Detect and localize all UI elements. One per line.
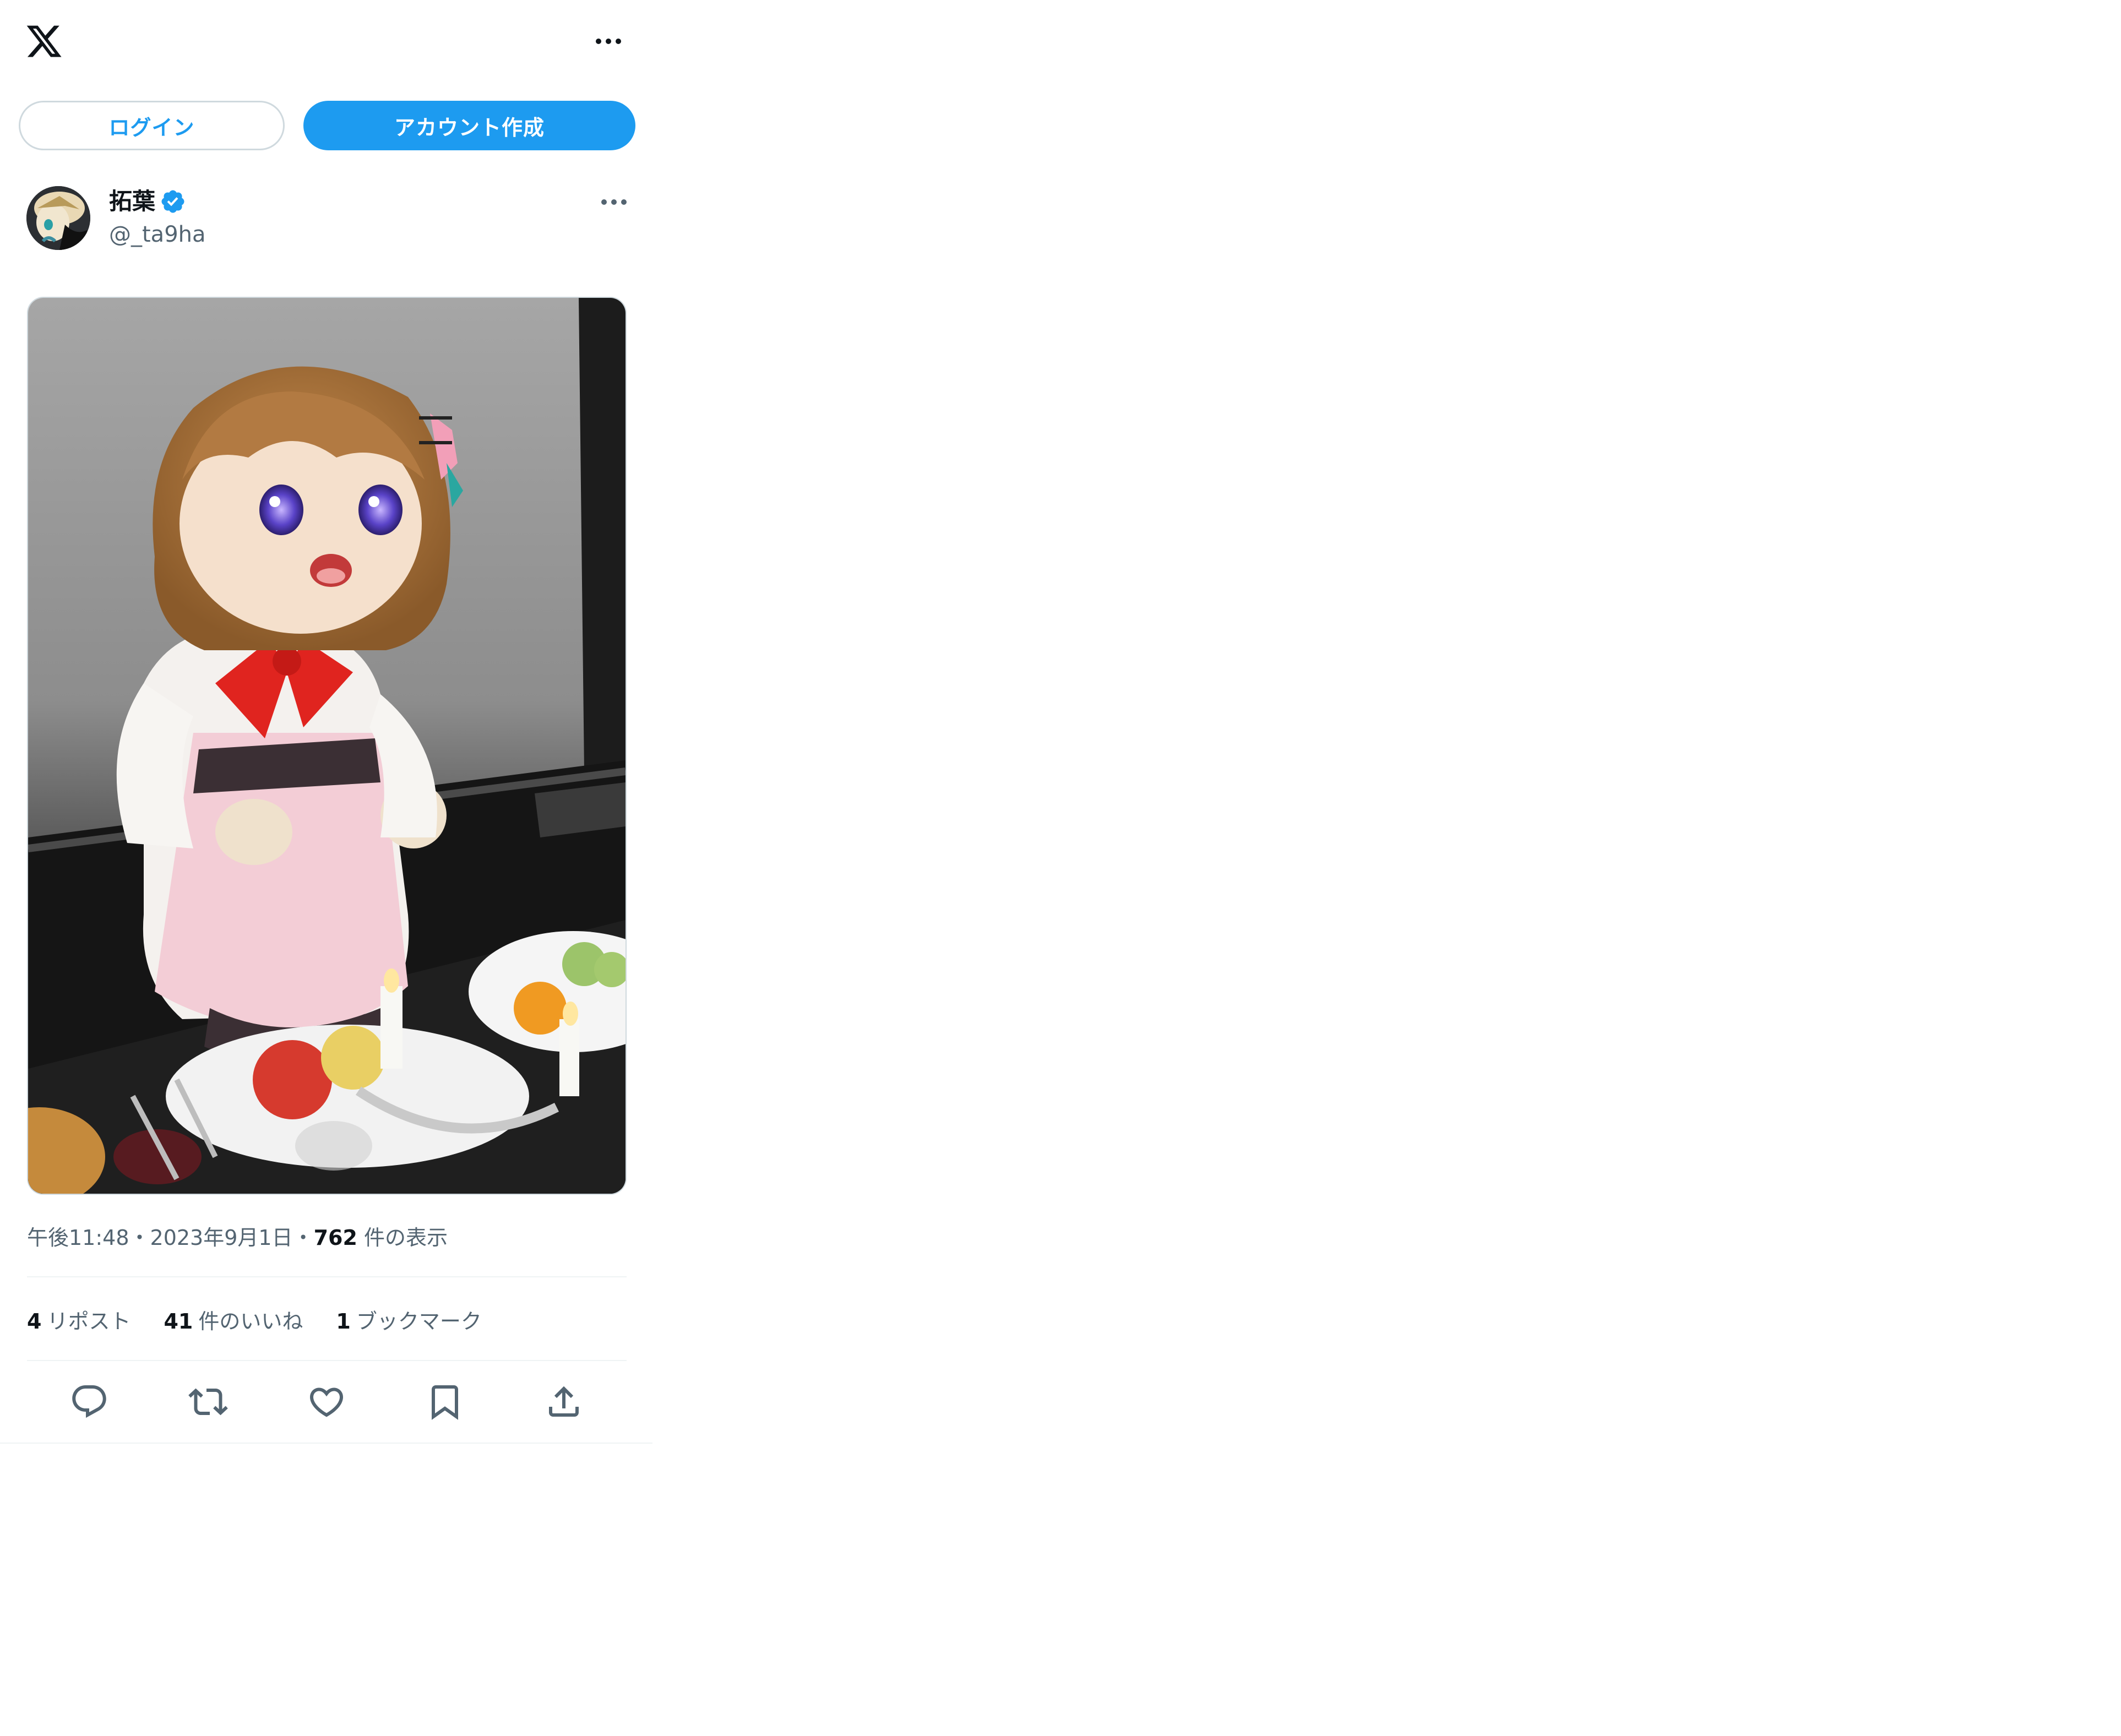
meta-separator: ・ <box>292 1226 314 1250</box>
share-icon[interactable] <box>544 1382 584 1422</box>
likes-stat[interactable]: 41 件のいいね <box>164 1305 303 1338</box>
photo-image <box>28 298 626 1194</box>
post-meta: 午後11:48・2023年9月1日・762 件の表示 <box>27 1221 448 1254</box>
bookmarks-label: ブックマーク <box>356 1309 482 1334</box>
likes-label: 件のいいね <box>198 1309 303 1334</box>
post-time[interactable]: 午後11:48 <box>27 1226 129 1250</box>
bookmark-icon[interactable] <box>425 1382 465 1422</box>
post-photo[interactable] <box>27 297 627 1195</box>
likes-count: 41 <box>164 1309 193 1334</box>
post-stats: 4 リポスト 41 件のいいね 1 ブックマーク <box>27 1305 482 1338</box>
post-more-icon[interactable] <box>597 194 630 210</box>
reposts-count: 4 <box>27 1309 42 1334</box>
reposts-stat[interactable]: 4 リポスト <box>27 1305 130 1338</box>
repost-icon[interactable] <box>188 1382 228 1422</box>
views-count: 762 <box>313 1226 357 1250</box>
action-bar <box>0 1382 652 1426</box>
post-page: ログイン アカウント作成 拓葉 @_ta9ha 午後11:48・2023年9月1… <box>0 0 652 1444</box>
more-horizontal-icon[interactable] <box>592 30 625 52</box>
login-button[interactable]: ログイン <box>19 101 285 150</box>
x-logo-icon[interactable] <box>25 22 63 61</box>
views-label: 件の表示 <box>364 1226 448 1250</box>
bookmarks-count: 1 <box>336 1309 351 1334</box>
meta-separator: ・ <box>129 1226 150 1250</box>
avatar-image <box>26 186 90 250</box>
divider <box>27 1360 627 1361</box>
signup-button[interactable]: アカウント作成 <box>303 101 635 150</box>
author-handle[interactable]: @_ta9ha <box>109 219 206 250</box>
divider <box>27 1276 627 1277</box>
like-icon[interactable] <box>307 1382 346 1422</box>
reposts-label: リポスト <box>47 1309 131 1334</box>
reply-icon[interactable] <box>69 1382 109 1422</box>
author-name-row[interactable]: 拓葉 <box>109 185 186 218</box>
avatar[interactable] <box>26 186 90 250</box>
author-name[interactable]: 拓葉 <box>109 185 155 218</box>
verified-badge-icon <box>161 190 184 213</box>
post-date[interactable]: 2023年9月1日 <box>150 1226 293 1250</box>
bookmarks-stat[interactable]: 1 ブックマーク <box>336 1305 481 1338</box>
